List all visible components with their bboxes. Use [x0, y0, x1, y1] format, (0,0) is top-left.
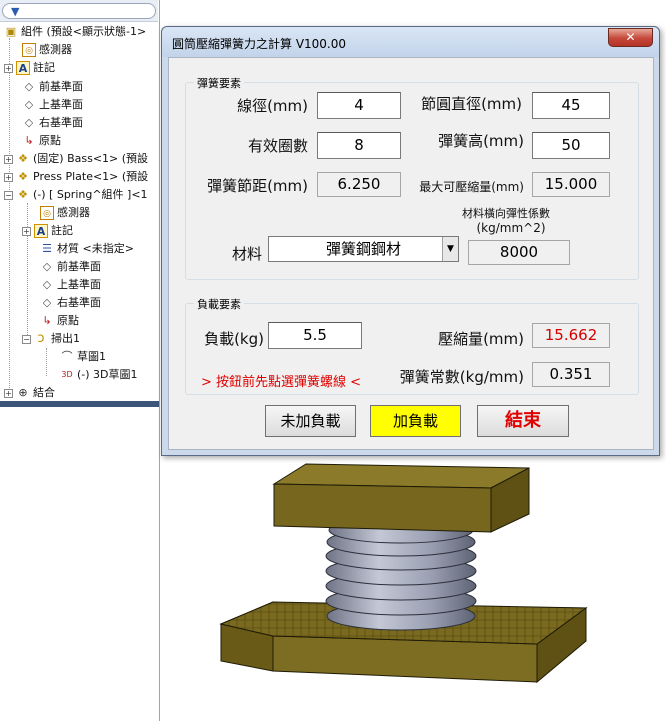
chevron-down-icon[interactable]: ▼	[442, 237, 458, 261]
unload-button[interactable]: 未加負載	[265, 405, 356, 437]
expand-toggle[interactable]: +	[4, 63, 13, 73]
annotation-icon: A	[16, 61, 30, 75]
tree-bottom-bar	[0, 401, 159, 407]
compression-value: 15.662	[532, 323, 610, 348]
material-select[interactable]: 彈簧鋼鋼材 ▼	[268, 236, 459, 262]
tree-item-mates[interactable]: + ⊕ 結合	[4, 384, 55, 402]
sketch3d-icon: 3D	[61, 370, 73, 379]
spring-constant-label: 彈簧常數(kg/mm)	[399, 368, 524, 386]
expand-toggle[interactable]: +	[4, 388, 13, 398]
shear-modulus-unit-label: (kg/mm^2)	[476, 221, 546, 235]
compression-label: 壓縮量(mm)	[438, 330, 524, 348]
spring-params-group: 彈簧要素 線徑(mm) 4 節圓直徑(mm) 45 有效圈數 8 彈簧高(mm)…	[185, 75, 639, 280]
part-icon: ❖	[18, 188, 28, 201]
plane-icon: ◇	[42, 260, 52, 273]
origin-icon: ↳	[42, 314, 52, 327]
expand-toggle[interactable]: +	[4, 172, 13, 182]
collapse-toggle[interactable]: −	[4, 190, 13, 200]
expand-toggle[interactable]: +	[22, 226, 31, 236]
close-icon: ✕	[625, 30, 636, 44]
spring-params-title: 彈簧要素	[194, 75, 244, 91]
shear-modulus-value: 8000	[468, 240, 570, 265]
tree-item-front-plane[interactable]: ◇ 前基準面	[22, 78, 83, 96]
plane-icon: ◇	[42, 296, 52, 309]
plane-icon: ◇	[42, 278, 52, 291]
mates-icon: ⊕	[18, 386, 28, 399]
tree-item-sensors[interactable]: ◎ 感測器	[22, 41, 72, 59]
max-compression-label: 最大可壓縮量(mm)	[419, 180, 524, 194]
tree-item-spring-top-plane[interactable]: ◇ 上基準面	[40, 276, 101, 294]
active-coils-input[interactable]: 8	[317, 132, 401, 159]
tree-item-spring-sensors[interactable]: ◎ 感測器	[40, 204, 90, 222]
load-input[interactable]: 5.5	[268, 322, 362, 349]
tree-item-origin[interactable]: ↳ 原點	[22, 132, 61, 150]
spring-pitch-label: 彈簧節距(mm)	[207, 177, 308, 195]
tree-item-spring-component[interactable]: − ❖ (-) [ Spring^組件 ]<1	[4, 186, 148, 204]
press-plate[interactable]	[272, 463, 530, 533]
tree-item-bass[interactable]: + ❖ (固定) Bass<1> (預設	[4, 150, 148, 168]
tree-filter-bar: ▼	[0, 0, 158, 22]
material-selected-value: 彈簧鋼鋼材	[325, 240, 401, 258]
spring-coil[interactable]	[325, 516, 477, 631]
pitch-diameter-label: 節圓直徑(mm)	[421, 95, 522, 113]
wire-diameter-input[interactable]: 4	[317, 92, 401, 119]
tree-item-spring-front-plane[interactable]: ◇ 前基準面	[40, 258, 101, 276]
tree-item-sweep[interactable]: − ↄ 掃出1	[22, 330, 80, 348]
expand-toggle[interactable]: +	[4, 154, 13, 164]
tree-item-sketch1[interactable]: ⌒ 草圖1	[60, 348, 107, 366]
load-params-title: 負載要素	[194, 296, 244, 312]
tree-item-spring-origin[interactable]: ↳ 原點	[40, 312, 79, 330]
plane-icon: ◇	[24, 116, 34, 129]
tree-item-spring-annotations[interactable]: + A 註記	[22, 222, 73, 240]
pitch-diameter-input[interactable]: 45	[532, 92, 610, 119]
dialog-client-area: 彈簧要素 線徑(mm) 4 節圓直徑(mm) 45 有效圈數 8 彈簧高(mm)…	[168, 57, 654, 450]
active-coils-label: 有效圈數	[247, 137, 308, 155]
sensor-icon: ◎	[22, 43, 36, 57]
tree-item-annotations[interactable]: + A 註記	[4, 59, 55, 77]
tree-item-press-plate[interactable]: + ❖ Press Plate<1> (預設	[4, 168, 148, 186]
spring-constant-value: 0.351	[532, 362, 610, 387]
spring-pitch-value: 6.250	[317, 172, 401, 197]
annotation-icon: A	[34, 224, 48, 238]
part-icon: ❖	[18, 170, 28, 183]
dialog-titlebar[interactable]: 圓筒壓縮彈簧力之計算 V100.00 ✕	[162, 27, 659, 57]
plane-icon: ◇	[24, 98, 34, 111]
exit-button[interactable]: 結束	[477, 405, 569, 437]
close-button[interactable]: ✕	[608, 28, 653, 47]
max-compression-value: 15.000	[532, 172, 610, 197]
select-helix-hint: > 按鈕前先點選彈簧螺線 <	[201, 375, 362, 390]
spring-height-label: 彈簧高(mm)	[438, 132, 524, 150]
plane-icon: ◇	[24, 80, 34, 93]
tree-item-3d-sketch1[interactable]: 3D (-) 3D草圖1	[60, 366, 137, 384]
filter-icon[interactable]: ▼	[11, 5, 19, 18]
dialog-title: 圓筒壓縮彈簧力之計算 V100.00	[172, 37, 347, 51]
tree-guide-line	[46, 348, 47, 376]
3d-viewport[interactable]	[161, 456, 666, 721]
sensor-icon: ◎	[40, 206, 54, 220]
sketch-icon: ⌒	[61, 350, 73, 363]
load-label: 負載(kg)	[204, 330, 264, 348]
shear-modulus-label: 材料橫向彈性係數	[462, 207, 550, 220]
collapse-toggle[interactable]: −	[22, 334, 31, 344]
material-label: 材料	[231, 245, 262, 263]
tree-item-spring-right-plane[interactable]: ◇ 右基準面	[40, 294, 101, 312]
spring-height-input[interactable]: 50	[532, 132, 610, 159]
tree-item-root-assembly[interactable]: ▣ 組件 (預設<顯示狀態-1>	[4, 23, 146, 41]
tree-item-material[interactable]: ☰ 材質 <未指定>	[40, 240, 134, 258]
sweep-icon: ↄ	[37, 331, 45, 346]
part-icon: ❖	[18, 152, 28, 165]
assembly-icon: ▣	[5, 25, 17, 38]
material-icon: ☰	[42, 242, 52, 255]
tree-item-right-plane[interactable]: ◇ 右基準面	[22, 114, 83, 132]
apply-load-button[interactable]: 加負載	[370, 405, 461, 437]
feature-tree-panel: ▼ ▣ 組件 (預設<顯示狀態-1> ◎ 感測器 + A 註記 ◇ 前基準面 ◇ 上基準面 …	[0, 0, 160, 721]
tree-filter-input[interactable]: ▼	[2, 3, 156, 19]
tree-item-top-plane[interactable]: ◇ 上基準面	[22, 96, 83, 114]
wire-diameter-label: 線徑(mm)	[237, 97, 308, 115]
origin-icon: ↳	[24, 134, 34, 147]
spring-calculator-dialog: 圓筒壓縮彈簧力之計算 V100.00 ✕ 彈簧要素 線徑(mm) 4 節圓直徑(…	[161, 26, 660, 456]
tree-guide-line	[9, 38, 10, 390]
